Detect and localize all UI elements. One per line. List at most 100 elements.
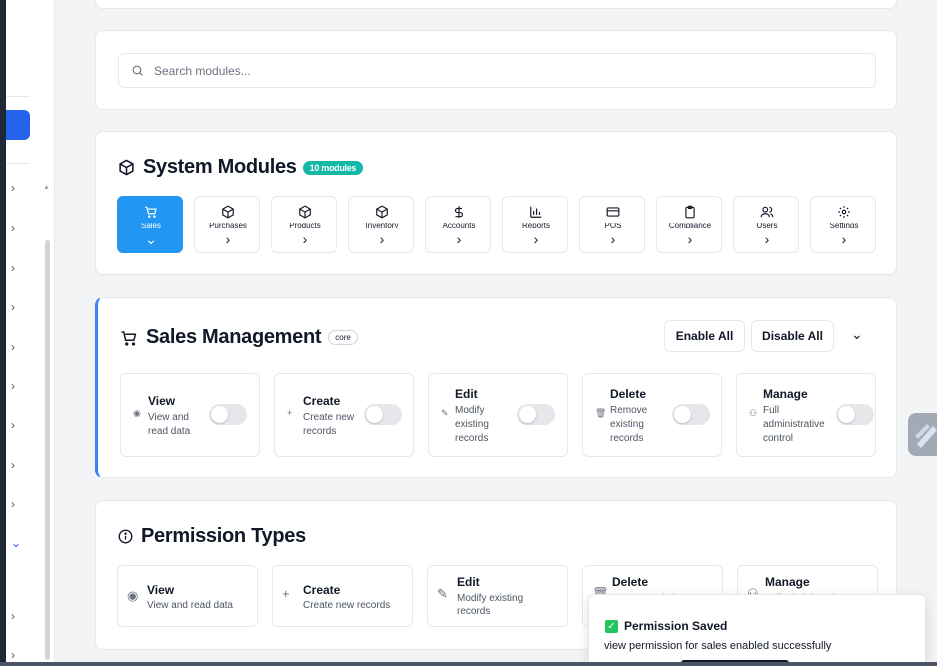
module-label: Purchases	[209, 223, 247, 228]
permission-desc-line: administrative	[763, 419, 825, 430]
permission-desc: View and read data	[148, 411, 190, 439]
permission-edit: Edit ✎ Modify existing records	[428, 373, 568, 457]
clipboard-icon	[685, 205, 695, 219]
module-tab-settings[interactable]: Settings ›	[810, 196, 876, 253]
permission-type-title: Delete	[612, 575, 649, 589]
module-label: Compliance	[668, 223, 712, 228]
chevron-right-icon: ›	[225, 231, 231, 247]
core-badge: core	[328, 330, 358, 345]
permission-title: Create	[303, 394, 341, 408]
lightning-icon	[915, 424, 937, 448]
sidebar-scrollbar[interactable]	[45, 240, 50, 660]
eye-icon: ◉	[133, 408, 141, 418]
enable-all-button[interactable]: Enable All	[664, 320, 745, 352]
chevron-right-icon: ›	[687, 231, 693, 247]
module-tab-sales[interactable]: Sales ⌄	[117, 196, 183, 253]
module-tab-compliance[interactable]: Compliance ›	[656, 196, 722, 253]
module-label: Users	[756, 223, 778, 228]
disable-all-button[interactable]: Disable All	[751, 320, 834, 352]
permission-type-desc: Modify existing records	[457, 592, 523, 618]
module-tab-users[interactable]: Users ›	[733, 196, 799, 253]
sidebar-chevron-right-icon[interactable]: ›	[11, 379, 15, 393]
eye-icon: ◉	[127, 588, 139, 603]
module-label: Inventory	[365, 223, 399, 228]
search-icon	[132, 65, 143, 76]
permission-type-view: View ◉ View and read data	[117, 565, 258, 627]
permission-type-create: Create + Create new records	[272, 565, 413, 627]
edit-icon: ✎	[441, 408, 449, 418]
module-label: Products	[289, 223, 321, 228]
permission-type-title: Manage	[765, 575, 810, 589]
cart-icon	[121, 330, 137, 346]
permission-desc-line: records	[455, 433, 489, 444]
collapse-chevron-icon[interactable]: ⌄	[851, 326, 863, 343]
permission-title: Manage	[763, 387, 808, 401]
scroll-up-arrow-icon[interactable]: ▲	[43, 184, 50, 191]
sidebar-chevron-right-icon[interactable]: ›	[11, 181, 15, 195]
permission-manage: Manage ⚇ Full administrative control	[736, 373, 876, 457]
dollar-icon	[454, 206, 464, 218]
sidebar-chevron-right-icon[interactable]: ›	[11, 300, 15, 314]
sidebar-chevron-right-icon[interactable]: ›	[11, 261, 15, 275]
permission-type-desc-line: Modify existing	[457, 593, 524, 604]
module-label: POS	[604, 223, 622, 228]
module-tab-accounts[interactable]: Accounts ›	[425, 196, 491, 253]
sidebar-active-item[interactable]	[6, 110, 30, 140]
permission-type-title: Edit	[457, 575, 480, 589]
toast-title: Permission Saved	[624, 619, 728, 633]
permission-toggle-create[interactable]	[364, 404, 402, 425]
toggle-knob	[366, 406, 383, 423]
module-tab-inventory[interactable]: Inventory ›	[348, 196, 414, 253]
sidebar-chevron-right-icon[interactable]: ›	[11, 458, 15, 472]
module-tab-purchases[interactable]: Purchases ›	[194, 196, 260, 253]
info-icon	[118, 529, 133, 544]
permission-types-header: Permission Types	[118, 525, 306, 548]
sidebar-chevron-down-icon[interactable]: ⌄	[11, 536, 21, 550]
sidebar-chevron-right-icon[interactable]: ›	[11, 609, 15, 623]
chevron-right-icon: ›	[764, 231, 770, 247]
sidebar-chevron-right-icon[interactable]: ›	[11, 221, 15, 235]
search-box[interactable]	[118, 53, 876, 88]
floating-action-button[interactable]	[908, 413, 937, 456]
module-tab-reports[interactable]: Reports ›	[502, 196, 568, 253]
module-label: Reports	[521, 223, 550, 228]
permission-desc: Create new records	[303, 411, 354, 439]
permission-toggle-edit[interactable]	[517, 404, 555, 425]
search-input[interactable]	[154, 63, 754, 78]
permission-desc-line: records	[610, 433, 644, 444]
chart-icon	[530, 206, 542, 218]
user-cog-icon: ⚇	[749, 408, 758, 418]
sidebar-chevron-right-icon[interactable]: ›	[11, 418, 15, 432]
permission-desc-line: Full	[763, 405, 780, 416]
chevron-right-icon: ›	[456, 231, 462, 247]
module-tab-pos[interactable]: POS ›	[579, 196, 645, 253]
system-modules-header: System Modules 10 modules	[118, 156, 364, 179]
permission-toggle-delete[interactable]	[672, 404, 710, 425]
permission-desc-line: Modify	[455, 405, 485, 416]
permission-type-desc-line: Create new records	[303, 600, 391, 611]
card-icon	[606, 207, 620, 217]
permission-toggle-view[interactable]	[209, 404, 247, 425]
box-icon	[119, 159, 134, 176]
chevron-right-icon: ›	[302, 231, 308, 247]
sales-management-title: Sales Management	[146, 326, 322, 348]
system-modules-card: System Modules 10 modules Sales ⌄ Purchase…	[95, 131, 897, 275]
sales-management-header: Sales Management core	[120, 326, 358, 349]
permission-desc-line: Create new	[303, 412, 355, 423]
module-tab-products[interactable]: Products ›	[271, 196, 337, 253]
permission-toggle-manage[interactable]	[836, 404, 874, 425]
plus-icon: +	[287, 408, 293, 418]
permission-desc: Full administrative control	[763, 404, 825, 446]
permission-desc-line: View and	[148, 412, 189, 423]
modules-count-badge: 10 modules	[302, 160, 364, 175]
permission-desc: Modify existing records	[455, 404, 489, 446]
module-label: Settings	[829, 223, 859, 228]
sidebar-chevron-right-icon[interactable]: ›	[11, 340, 15, 354]
sidebar-chevron-right-icon[interactable]: ›	[11, 497, 15, 511]
sidebar-chevron-right-icon[interactable]: ›	[11, 648, 15, 662]
module-label: Sales	[140, 223, 161, 228]
gear-icon	[838, 206, 850, 218]
toast-notification: ✓ Permission Saved view permission for s…	[588, 594, 926, 666]
permission-type-title: Create	[303, 583, 341, 597]
sidebar: › › › › › › › › › ⌄ › › ▲	[6, 0, 55, 666]
